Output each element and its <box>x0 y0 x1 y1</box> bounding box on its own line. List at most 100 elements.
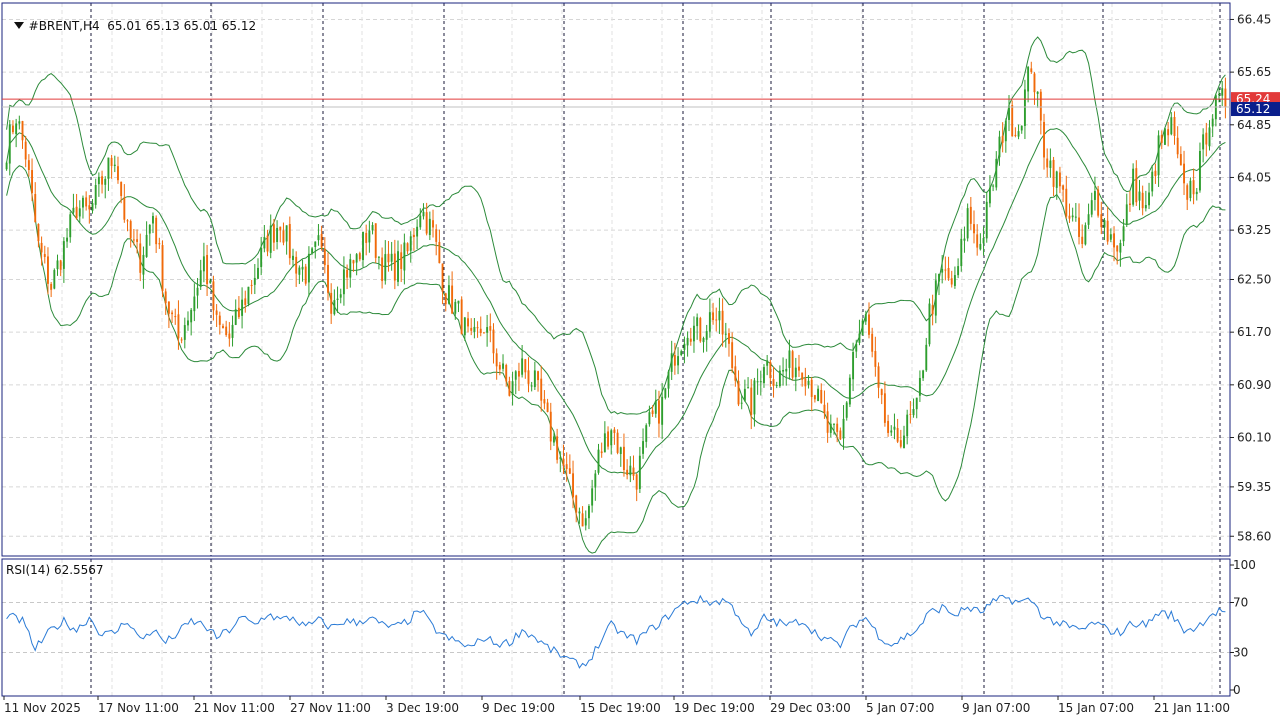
candle-body <box>158 243 161 245</box>
candle-body <box>91 203 94 211</box>
candle-body <box>467 318 469 327</box>
candle-body <box>104 179 107 185</box>
candle-body <box>447 285 450 304</box>
time-tick-label: 11 Nov 2025 <box>4 701 81 715</box>
candle-body <box>877 366 880 388</box>
candle-body <box>549 411 552 442</box>
candle-body <box>358 253 361 260</box>
candle-body <box>610 430 613 446</box>
candle <box>1084 222 1087 246</box>
candle-body <box>922 370 925 379</box>
candle-body <box>409 236 412 251</box>
candle-body <box>852 352 855 380</box>
price-tick-label: 60.90 <box>1237 378 1271 392</box>
candle-body <box>320 233 323 248</box>
candle-body <box>454 301 457 314</box>
candle-body <box>438 241 441 264</box>
candle-body <box>1074 216 1077 218</box>
candle-body <box>680 351 683 356</box>
candle-body <box>584 518 587 526</box>
candle-body <box>193 296 196 312</box>
candle-body <box>1195 191 1198 195</box>
candle-body <box>686 337 689 346</box>
candle-body <box>1071 215 1074 218</box>
candle-body <box>495 353 498 367</box>
candle-body <box>171 312 174 315</box>
chart-title-bar[interactable]: #BRENT,H4 65.01 65.13 65.01 65.12 <box>6 5 256 33</box>
candle-body <box>390 253 393 262</box>
trading-chart[interactable]: 66.45 65.65 64.85 64.05 63.25 62.50 61.70 60.90… <box>0 0 1280 720</box>
candle-body <box>1154 170 1157 177</box>
time-tick-label: 9 Dec 19:00 <box>482 701 555 715</box>
candle-body <box>1144 205 1147 209</box>
candle-body <box>747 387 750 389</box>
candle-body <box>1090 200 1093 215</box>
candle-body <box>301 266 304 270</box>
candle-body <box>18 121 21 124</box>
candle-body <box>441 263 444 292</box>
candle-body <box>355 254 358 263</box>
candle-body <box>1163 128 1166 145</box>
candle-body <box>145 234 148 257</box>
candle-body <box>572 473 574 498</box>
candle-body <box>750 387 753 415</box>
candle-body <box>403 242 406 271</box>
candle-body <box>775 384 778 386</box>
candle-body <box>677 356 680 366</box>
candle <box>374 223 377 264</box>
candle-body <box>715 319 718 321</box>
candle-body <box>696 317 699 327</box>
candle-body <box>537 371 539 381</box>
candle <box>161 240 164 298</box>
candle-body <box>282 230 285 243</box>
candle-body <box>817 388 820 401</box>
time-tick-label: 9 Jan 07:00 <box>962 701 1030 715</box>
candle-body <box>110 158 113 166</box>
candle-body <box>931 305 934 315</box>
price-tick-label: 62.50 <box>1237 273 1271 287</box>
rsi-tick-label: 70 <box>1233 596 1248 610</box>
candle-body <box>982 238 985 244</box>
candle-body <box>565 464 568 469</box>
candle-body <box>177 314 180 339</box>
candle-body <box>304 266 307 284</box>
candle-body <box>298 267 301 275</box>
time-tick-label: 19 Dec 19:00 <box>674 701 755 715</box>
candle-body <box>368 230 371 243</box>
candle-body <box>479 328 482 333</box>
candle-body <box>721 310 724 335</box>
candle-body <box>222 325 224 329</box>
candle-body <box>826 411 829 433</box>
time-tick-label: 21 Jan 11:00 <box>1154 701 1230 715</box>
candle-body <box>387 253 390 263</box>
candle-body <box>1087 214 1090 225</box>
candle-body <box>489 326 492 331</box>
candle-body <box>1103 220 1106 228</box>
candle <box>664 387 667 400</box>
candle-body <box>311 248 314 254</box>
candle-body <box>855 343 858 352</box>
candle-body <box>307 253 310 283</box>
candle-body <box>944 269 947 271</box>
candle-body <box>419 215 422 228</box>
candle-body <box>1106 220 1109 242</box>
candle-body <box>759 381 762 383</box>
candle-body <box>607 431 609 447</box>
last-price-label: 65.12 <box>1236 102 1270 116</box>
candle-body <box>260 247 263 268</box>
candle-body <box>966 208 969 239</box>
candle-body <box>756 381 759 383</box>
candle-body <box>342 269 345 295</box>
candle-body <box>231 324 234 338</box>
candle-body <box>998 136 1001 158</box>
candle-body <box>1052 159 1055 187</box>
rsi-tick-label: 100 <box>1233 558 1256 572</box>
candle-body <box>708 312 711 332</box>
candle-body <box>1093 191 1096 200</box>
candle-body <box>737 380 740 405</box>
triangle-down-icon[interactable] <box>13 22 24 29</box>
candle-body <box>12 125 14 133</box>
candle-body <box>833 423 835 425</box>
candle-body <box>155 217 158 245</box>
candle-body <box>1097 189 1100 216</box>
